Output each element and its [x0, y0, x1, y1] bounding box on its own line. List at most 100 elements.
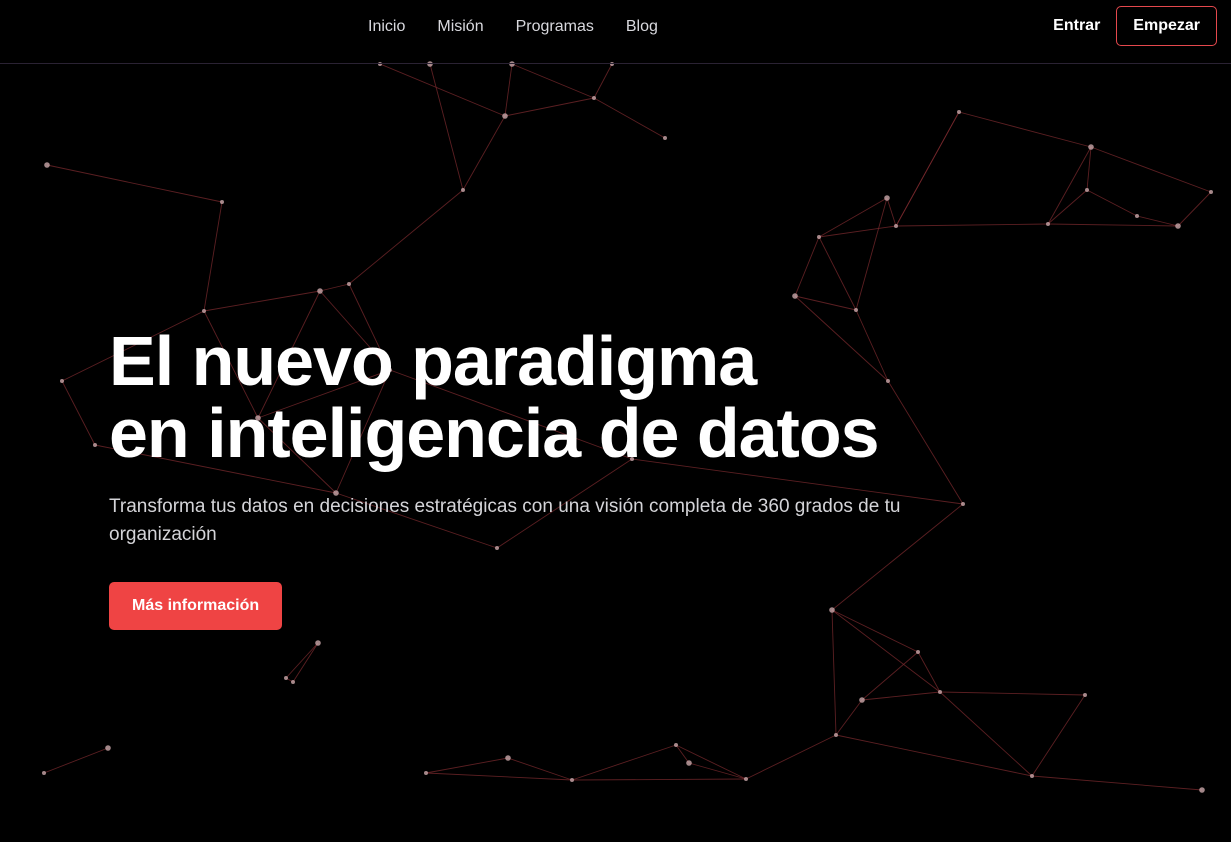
network-edge	[348, 189, 464, 285]
network-edge	[1086, 189, 1138, 217]
hero-title: El nuevo paradigma en inteligencia de da…	[109, 325, 969, 469]
network-edge	[1177, 191, 1212, 227]
network-edge	[1136, 215, 1179, 227]
start-button[interactable]: Empezar	[1116, 6, 1217, 46]
network-node	[674, 743, 678, 747]
network-node	[957, 110, 961, 114]
network-edge	[425, 757, 509, 774]
network-edge	[939, 691, 1033, 777]
network-node	[1046, 222, 1050, 226]
network-node	[315, 640, 321, 646]
network-node	[1199, 787, 1205, 793]
network-edge	[319, 283, 350, 292]
network-edge	[379, 63, 506, 117]
network-edge	[203, 290, 321, 312]
network-edge	[1047, 189, 1088, 225]
main-navigation: Inicio Misión Programas Blog	[352, 0, 674, 53]
network-node	[1083, 693, 1087, 697]
network-edge	[855, 197, 888, 311]
network-edge	[835, 734, 1033, 777]
network-node	[461, 188, 465, 192]
network-node	[884, 195, 890, 201]
network-edge	[958, 111, 1092, 148]
network-edge	[425, 772, 573, 781]
network-edge	[292, 642, 319, 683]
top-navbar: Inicio Misión Programas Blog Entrar Empe…	[0, 0, 1231, 64]
network-node	[663, 136, 667, 140]
network-node	[686, 760, 692, 766]
network-edge	[886, 197, 897, 227]
network-node	[1135, 214, 1139, 218]
auth-actions: Entrar Empezar	[1053, 5, 1217, 47]
network-edge	[1031, 694, 1086, 777]
network-edge	[939, 691, 1086, 696]
network-edge	[462, 115, 506, 191]
network-node	[1175, 223, 1181, 229]
hero-section: El nuevo paradigma en inteligencia de da…	[109, 325, 969, 630]
network-node	[291, 680, 295, 684]
nav-link-inicio[interactable]: Inicio	[352, 18, 421, 36]
network-edge	[794, 295, 857, 311]
network-node	[502, 113, 508, 119]
network-edge	[504, 63, 513, 117]
network-node	[744, 777, 748, 781]
network-edge	[1047, 146, 1092, 225]
network-node	[570, 778, 574, 782]
network-node	[1209, 190, 1213, 194]
network-edge	[1047, 223, 1179, 227]
network-edge	[1090, 146, 1212, 193]
network-edge	[571, 778, 747, 781]
network-node	[284, 676, 288, 680]
network-node	[592, 96, 596, 100]
network-edge	[1031, 775, 1203, 791]
network-edge	[504, 97, 595, 117]
network-edge	[895, 111, 960, 227]
nav-link-programas[interactable]: Programas	[500, 18, 610, 36]
network-edge	[917, 651, 941, 693]
network-edge	[818, 225, 897, 238]
network-node	[347, 282, 351, 286]
network-node	[505, 755, 511, 761]
network-edge	[285, 642, 319, 679]
network-edge	[593, 97, 666, 139]
network-edge	[571, 744, 677, 781]
network-node	[317, 288, 323, 294]
network-node	[792, 293, 798, 299]
network-node	[834, 733, 838, 737]
network-node	[93, 443, 97, 447]
network-node	[854, 308, 858, 312]
network-edge	[835, 699, 863, 736]
network-node	[1085, 188, 1089, 192]
network-node	[105, 745, 111, 751]
network-node	[938, 690, 942, 694]
network-edge	[861, 691, 941, 701]
network-edge	[511, 63, 595, 99]
network-node	[1030, 774, 1034, 778]
network-edge	[593, 63, 613, 99]
network-edge	[861, 651, 919, 701]
hero-subtitle: Transforma tus datos en decisiones estra…	[109, 496, 901, 545]
hero-title-line-2: en inteligencia de datos	[109, 394, 880, 472]
network-edge	[61, 380, 96, 446]
nav-link-mision[interactable]: Misión	[421, 18, 499, 36]
network-edge	[46, 164, 223, 203]
network-edge	[818, 197, 888, 238]
network-node	[220, 200, 224, 204]
hero-title-line-1: El nuevo paradigma	[109, 322, 757, 400]
network-node	[60, 379, 64, 383]
nav-link-blog[interactable]: Blog	[610, 18, 674, 36]
more-info-button[interactable]: Más información	[109, 582, 283, 630]
network-edge	[745, 734, 837, 780]
network-node	[202, 309, 206, 313]
network-edge	[429, 63, 464, 191]
network-edge	[43, 747, 109, 774]
network-node	[817, 235, 821, 239]
network-edge	[895, 223, 1049, 227]
login-link[interactable]: Entrar	[1053, 17, 1100, 35]
network-edge	[818, 236, 857, 311]
network-node	[1088, 144, 1094, 150]
network-node	[859, 697, 865, 703]
network-edge	[794, 236, 820, 297]
network-node	[894, 224, 898, 228]
network-node	[424, 771, 428, 775]
